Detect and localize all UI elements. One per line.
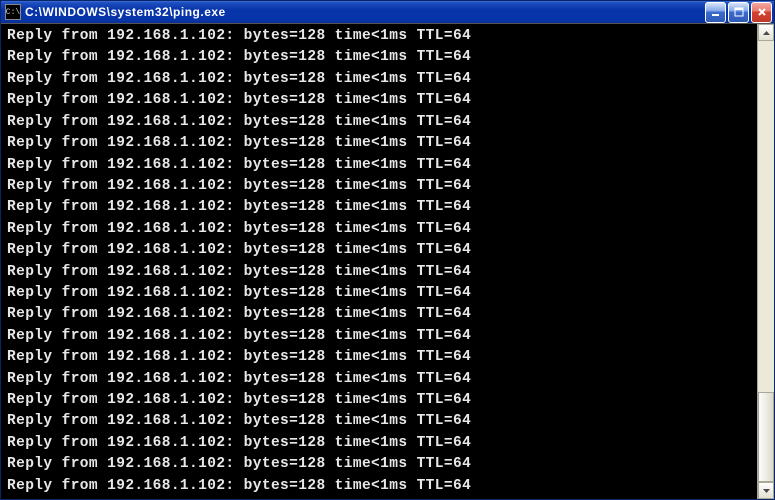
titlebar[interactable]: C:\ C:\WINDOWS\system32\ping.exe: [1, 1, 774, 23]
ping-reply-line: Reply from 192.168.1.102: bytes=128 time…: [7, 176, 757, 197]
ping-reply-line: Reply from 192.168.1.102: bytes=128 time…: [7, 433, 757, 454]
minimize-button[interactable]: [705, 2, 726, 23]
window-controls: [705, 2, 772, 23]
ping-reply-line: Reply from 192.168.1.102: bytes=128 time…: [7, 240, 757, 261]
scrollbar-thumb[interactable]: [758, 392, 774, 482]
ping-reply-line: Reply from 192.168.1.102: bytes=128 time…: [7, 197, 757, 218]
ping-reply-line: Reply from 192.168.1.102: bytes=128 time…: [7, 47, 757, 68]
ping-reply-line: Reply from 192.168.1.102: bytes=128 time…: [7, 411, 757, 432]
ping-reply-line: Reply from 192.168.1.102: bytes=128 time…: [7, 262, 757, 283]
window-title: C:\WINDOWS\system32\ping.exe: [25, 5, 705, 19]
console-output[interactable]: Reply from 192.168.1.102: bytes=128 time…: [1, 24, 757, 499]
client-area: Reply from 192.168.1.102: bytes=128 time…: [1, 23, 774, 499]
command-prompt-window: C:\ C:\WINDOWS\system32\ping.exe Reply f…: [0, 0, 775, 500]
close-button[interactable]: [751, 2, 772, 23]
ping-reply-line: Reply from 192.168.1.102: bytes=128 time…: [7, 304, 757, 325]
scroll-down-button[interactable]: [758, 482, 774, 499]
ping-reply-line: Reply from 192.168.1.102: bytes=128 time…: [7, 326, 757, 347]
ping-reply-line: Reply from 192.168.1.102: bytes=128 time…: [7, 112, 757, 133]
ping-reply-line: Reply from 192.168.1.102: bytes=128 time…: [7, 476, 757, 497]
app-icon: C:\: [5, 4, 21, 20]
maximize-button[interactable]: [728, 2, 749, 23]
ping-reply-line: Reply from 192.168.1.102: bytes=128 time…: [7, 454, 757, 475]
ping-reply-line: Reply from 192.168.1.102: bytes=128 time…: [7, 219, 757, 240]
scroll-up-button[interactable]: [758, 24, 774, 41]
ping-reply-line: Reply from 192.168.1.102: bytes=128 time…: [7, 347, 757, 368]
ping-reply-line: Reply from 192.168.1.102: bytes=128 time…: [7, 390, 757, 411]
ping-reply-line: Reply from 192.168.1.102: bytes=128 time…: [7, 283, 757, 304]
scrollbar-track[interactable]: [758, 41, 774, 482]
ping-reply-line: Reply from 192.168.1.102: bytes=128 time…: [7, 133, 757, 154]
ping-reply-line: Reply from 192.168.1.102: bytes=128 time…: [7, 26, 757, 47]
ping-reply-line: Reply from 192.168.1.102: bytes=128 time…: [7, 369, 757, 390]
ping-reply-line: Reply from 192.168.1.102: bytes=128 time…: [7, 90, 757, 111]
ping-reply-line: Reply from 192.168.1.102: bytes=128 time…: [7, 155, 757, 176]
vertical-scrollbar[interactable]: [757, 24, 774, 499]
ping-reply-line: Reply from 192.168.1.102: bytes=128 time…: [7, 69, 757, 90]
